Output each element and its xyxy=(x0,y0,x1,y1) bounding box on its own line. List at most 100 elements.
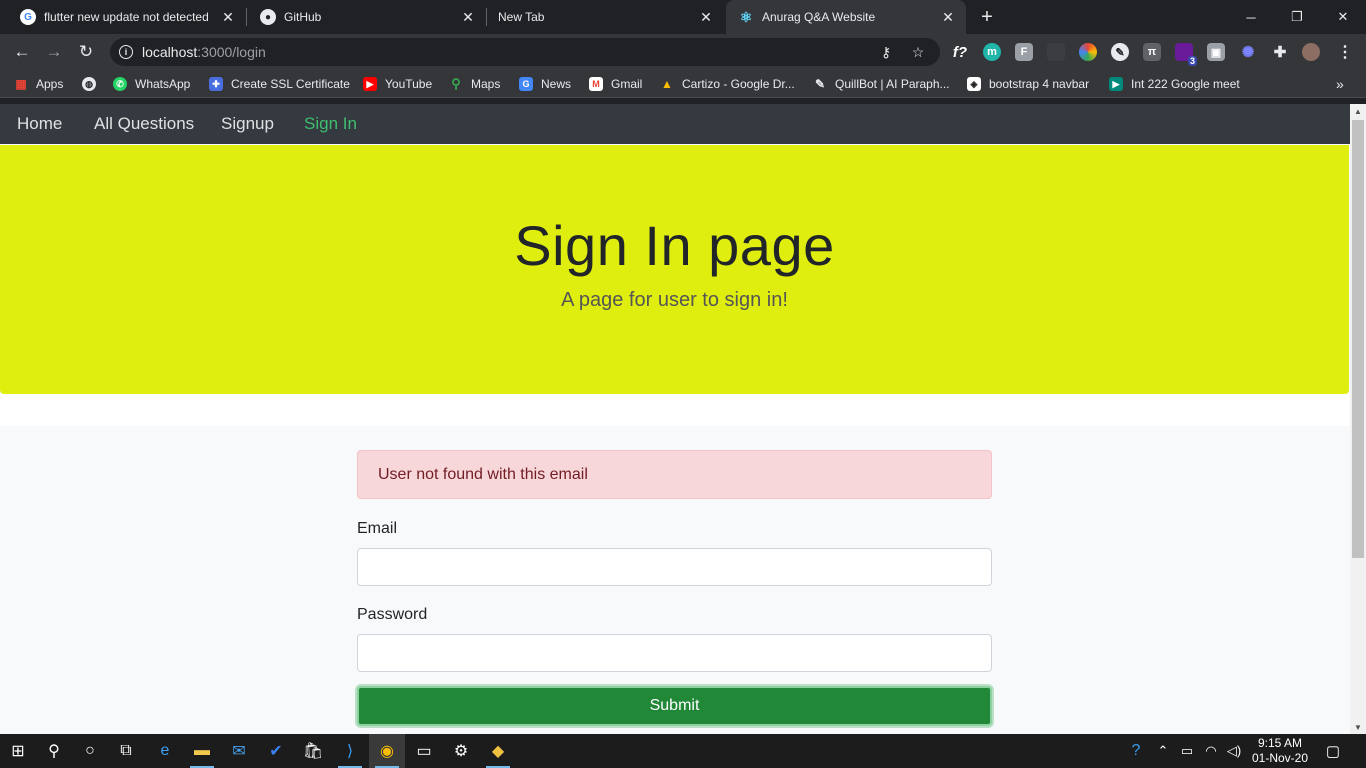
tab-anurag-qa[interactable]: ⚛ Anurag Q&A Website ✕ xyxy=(726,0,966,34)
url-path: :3000/login xyxy=(197,44,266,60)
tab-title: New Tab xyxy=(498,10,545,24)
notifications-icon[interactable]: ▢ xyxy=(1322,734,1344,768)
puzzle-icon[interactable]: ✚ xyxy=(1271,43,1289,61)
bookmark-maps[interactable]: ⚲ Maps xyxy=(449,75,500,93)
key-icon[interactable]: ⚷ xyxy=(878,44,894,60)
purple-extension-icon[interactable]: 3 xyxy=(1175,43,1197,66)
bookmark-youtube[interactable]: ▶ YouTube xyxy=(363,75,432,93)
url-host: localhost xyxy=(142,44,198,60)
tab-new-tab[interactable]: New Tab ✕ xyxy=(478,0,724,34)
bookmark-cartizo[interactable]: ▲ Cartizo - Google Dr... xyxy=(660,75,795,93)
edge-icon[interactable]: e xyxy=(147,734,183,768)
section-spacer xyxy=(0,394,1350,426)
bookmark-label: Create SSL Certificate xyxy=(231,77,350,91)
bookmark-whatsapp[interactable]: ✆ WhatsApp xyxy=(113,75,190,93)
password-label: Password xyxy=(357,606,428,623)
tab-github[interactable]: ● GitHub ✕ xyxy=(240,0,486,34)
forward-icon[interactable]: → xyxy=(42,40,66,64)
search-icon[interactable]: ⚲ xyxy=(36,734,72,768)
mail-icon[interactable]: ✉ xyxy=(221,734,257,768)
bookmark-bootstrap[interactable]: ◈ bootstrap 4 navbar xyxy=(967,75,1089,93)
terminal-icon[interactable]: ▭ xyxy=(406,734,442,768)
url-text[interactable]: localhost:3000/login xyxy=(142,44,266,60)
fx-extension-icon[interactable]: f? xyxy=(951,43,969,61)
bookmark-apps[interactable]: ▦ Apps xyxy=(14,75,63,93)
bookmark-label: Gmail xyxy=(611,77,643,91)
globe-icon: ◍ xyxy=(82,77,96,91)
bookmark-meet[interactable]: ▶ Int 222 Google meet xyxy=(1109,75,1240,93)
close-icon[interactable]: ✕ xyxy=(220,9,236,25)
back-icon[interactable]: ← xyxy=(10,40,34,64)
bookmark-ssl[interactable]: ✚ Create SSL Certificate xyxy=(209,75,350,93)
site-info-icon[interactable]: i xyxy=(119,45,133,59)
scrollbar-thumb[interactable] xyxy=(1352,120,1364,558)
drive-icon: ▲ xyxy=(661,77,673,91)
bookmarks-overflow-icon[interactable]: » xyxy=(1336,75,1344,93)
todo-icon[interactable]: ✔ xyxy=(258,734,294,768)
submit-button[interactable]: Submit xyxy=(357,686,992,726)
close-icon[interactable]: ✕ xyxy=(940,9,956,25)
task-view-icon[interactable]: ⧉ xyxy=(108,734,144,768)
tab-flutter[interactable]: G flutter new update not detected ✕ xyxy=(0,0,246,34)
browser-toolbar: ← → ↻ i localhost:3000/login ⚷ ☆ f? m F … xyxy=(0,34,1366,70)
email-label: Email xyxy=(357,520,398,537)
address-bar[interactable]: i localhost:3000/login ⚷ ☆ xyxy=(110,38,940,66)
page-scrollbar[interactable]: ▲ ▼ xyxy=(1350,104,1366,734)
bookmark-news[interactable]: G News xyxy=(519,75,571,93)
chrome-icon[interactable]: ◉ xyxy=(369,734,405,768)
new-tab-button[interactable]: + xyxy=(976,6,998,28)
news-icon: G xyxy=(519,77,533,91)
bookmark-label: QuillBot | AI Paraph... xyxy=(835,77,950,91)
pi-extension-icon[interactable]: π xyxy=(1143,43,1161,61)
browser-tab-strip: G flutter new update not detected ✕ ● Gi… xyxy=(0,0,1366,34)
nav-sign-in[interactable]: Sign In xyxy=(304,114,357,134)
cortana-icon[interactable]: ○ xyxy=(72,734,108,768)
nav-all-questions[interactable]: All Questions xyxy=(94,114,194,134)
bookmark-label: News xyxy=(541,77,572,91)
bookmark-label: Int 222 Google meet xyxy=(1131,77,1240,91)
store-icon[interactable]: 🛍 xyxy=(295,734,331,768)
bookmark-globe[interactable]: ◍ xyxy=(82,75,104,93)
battery-icon[interactable]: ▭ xyxy=(1178,734,1196,768)
file-explorer-icon[interactable]: ▬ xyxy=(184,734,220,768)
vscode-icon[interactable]: ⟩ xyxy=(332,734,368,768)
windows-start-icon[interactable]: ⊞ xyxy=(0,734,36,768)
help-icon[interactable]: ? xyxy=(1124,734,1148,768)
m-extension-icon[interactable]: m xyxy=(983,43,1001,61)
close-icon[interactable]: ✕ xyxy=(460,9,476,25)
scroll-up-icon[interactable]: ▲ xyxy=(1350,104,1366,118)
reload-icon[interactable]: ↻ xyxy=(74,40,98,64)
minimize-button[interactable]: ─ xyxy=(1228,0,1274,34)
menu-icon[interactable]: ⋮ xyxy=(1336,43,1354,61)
youtube-icon: ▶ xyxy=(363,77,377,91)
page-subtitle: A page for user to sign in! xyxy=(561,289,788,311)
blank-extension-icon[interactable] xyxy=(1047,43,1065,61)
system-clock[interactable]: 9:15 AM 01-Nov-20 xyxy=(1244,736,1316,766)
bookmark-quillbot[interactable]: ✎ QuillBot | AI Paraph... xyxy=(813,75,950,93)
close-icon[interactable]: ✕ xyxy=(698,9,714,25)
password-field[interactable] xyxy=(357,634,992,672)
restore-button[interactable]: ❐ xyxy=(1274,0,1320,34)
settings-icon[interactable]: ⚙ xyxy=(443,734,479,768)
avatar[interactable] xyxy=(1302,43,1320,61)
nav-home[interactable]: Home xyxy=(17,114,62,134)
bookmark-gmail[interactable]: M Gmail xyxy=(589,75,642,93)
color-extension-icon[interactable] xyxy=(1079,43,1097,61)
github-icon: ● xyxy=(260,9,276,25)
bookmark-label: bootstrap 4 navbar xyxy=(989,77,1090,91)
nav-signup[interactable]: Signup xyxy=(221,114,274,134)
git-icon[interactable]: ◆ xyxy=(480,734,516,768)
tab-title: flutter new update not detected xyxy=(44,10,209,24)
wifi-icon[interactable]: ◠ xyxy=(1202,734,1220,768)
email-field[interactable] xyxy=(357,548,992,586)
edit-extension-icon[interactable]: ✎ xyxy=(1111,43,1129,61)
office-extension-icon[interactable]: ▣ xyxy=(1207,43,1225,61)
volume-icon[interactable]: ◁) xyxy=(1225,734,1243,768)
gear-extension-icon[interactable]: ✺ xyxy=(1239,43,1257,61)
scroll-down-icon[interactable]: ▼ xyxy=(1350,720,1366,734)
clock-date: 01-Nov-20 xyxy=(1251,751,1309,765)
star-icon[interactable]: ☆ xyxy=(910,44,926,60)
chevron-up-icon[interactable]: ⌃ xyxy=(1154,734,1172,768)
close-window-button[interactable]: ✕ xyxy=(1320,0,1366,34)
f-extension-icon[interactable]: F xyxy=(1015,43,1033,61)
